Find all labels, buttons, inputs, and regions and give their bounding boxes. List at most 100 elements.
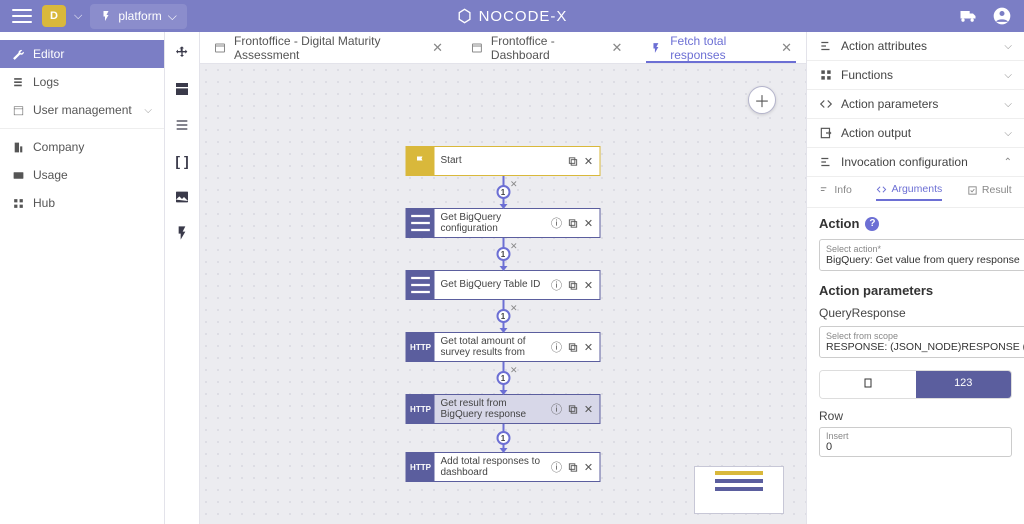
field-value: RESPONSE: (JSON_NODE)RESPONSE (Body) ... (826, 341, 1024, 353)
info-icon[interactable]: ⓘ (550, 340, 564, 354)
tab-label: Fetch total responses (670, 34, 767, 62)
node-bq-table[interactable]: Get BigQuery Table ID ⓘ ✕ (406, 270, 601, 300)
select-scope-field[interactable]: Select from scope RESPONSE: (JSON_NODE)R… (819, 326, 1024, 358)
close-icon[interactable]: ✕ (432, 40, 443, 56)
subtab-arguments[interactable]: Arguments (876, 183, 942, 201)
account-icon[interactable] (992, 6, 1012, 26)
acc-functions[interactable]: Functions⌵ (807, 61, 1024, 90)
nav-editor[interactable]: Editor (0, 40, 164, 68)
close-icon[interactable]: ✕ (582, 340, 596, 354)
tool-column: [ ] (165, 32, 200, 524)
delete-connector-icon[interactable]: ✕ (510, 303, 518, 314)
action-params-heading: Action parameters (819, 283, 1012, 298)
node-bq-config[interactable]: Get BigQuery configuration ⓘ ✕ (406, 208, 601, 238)
close-icon[interactable]: ✕ (582, 216, 596, 230)
left-nav: Editor Logs User management⌵ Company Usa… (0, 32, 165, 524)
insert-field[interactable]: Insert 0 (819, 427, 1012, 457)
output-icon (819, 126, 833, 140)
tab-fetch-responses[interactable]: Fetch total responses ✕ (636, 32, 806, 63)
chevron-down-icon: ⌵ (1004, 41, 1012, 52)
info-icon[interactable]: ⓘ (550, 278, 564, 292)
nav-user-management[interactable]: User management⌵ (0, 96, 164, 124)
chevron-down-icon: ⌵ (1004, 70, 1012, 81)
grid-icon (12, 197, 25, 210)
help-icon[interactable]: ? (865, 217, 879, 231)
brand-logo: NOCODE-X (457, 8, 568, 25)
copy-icon[interactable] (566, 216, 580, 230)
acc-action-attributes[interactable]: Action attributes⌵ (807, 32, 1024, 61)
node-label: Get BigQuery Table ID (435, 271, 550, 299)
copy-icon[interactable] (566, 460, 580, 474)
chevron-down-icon[interactable]: ⌵ (74, 10, 82, 23)
close-icon[interactable]: ✕ (582, 154, 596, 168)
tab-label: Frontoffice - Digital Maturity Assessmen… (234, 34, 418, 62)
close-icon[interactable]: ✕ (611, 40, 622, 56)
config-subtabs: Info Arguments Result (807, 177, 1024, 208)
node-http-result[interactable]: HTTP Get result from BigQuery response ⓘ… (406, 394, 601, 424)
sliders-icon (819, 155, 833, 169)
close-icon[interactable]: ✕ (582, 278, 596, 292)
truck-icon[interactable] (958, 6, 978, 26)
delete-connector-icon[interactable]: ✕ (510, 365, 518, 376)
move-tool[interactable] (173, 44, 191, 62)
minimap[interactable] (694, 466, 784, 514)
query-response-heading: QueryResponse (819, 306, 1012, 320)
acc-invocation-config[interactable]: Invocation configuration⌃ (807, 148, 1024, 177)
node-start[interactable]: Start ✕ (406, 146, 601, 176)
nav-usage[interactable]: Usage (0, 161, 164, 189)
chevron-down-icon: ⌵ (144, 105, 152, 116)
platform-selector[interactable]: platform ⌵ (90, 4, 186, 29)
delete-connector-icon[interactable]: ✕ (510, 179, 518, 190)
info-icon[interactable]: ⓘ (550, 460, 564, 474)
bolt-tool[interactable] (173, 224, 191, 242)
connector-num: 1 (496, 431, 510, 445)
toggle-code[interactable] (820, 371, 916, 398)
flag-icon (415, 155, 427, 167)
delete-connector-icon[interactable]: ✕ (510, 241, 518, 252)
card-icon (12, 169, 25, 182)
sliders-icon (819, 39, 833, 53)
properties-panel: Action attributes⌵ Functions⌵ Action par… (806, 32, 1024, 524)
toggle-number[interactable]: 123 (916, 371, 1012, 398)
close-icon[interactable]: ✕ (582, 460, 596, 474)
info-icon[interactable]: ⓘ (550, 402, 564, 416)
hamburger-icon[interactable] (12, 9, 32, 23)
select-action-field[interactable]: Select action* BigQuery: Get value from … (819, 239, 1024, 271)
connector-num: 1 (496, 185, 510, 199)
clipboard-icon (861, 377, 875, 389)
chevron-down-icon: ⌵ (168, 9, 177, 24)
node-http-total[interactable]: HTTP Get total amount of survey results … (406, 332, 601, 362)
subtab-result[interactable]: Result (967, 183, 1012, 201)
wrench-icon (12, 48, 25, 61)
acc-action-parameters[interactable]: Action parameters⌵ (807, 90, 1024, 119)
info-icon[interactable]: ⓘ (550, 216, 564, 230)
copy-icon[interactable] (566, 154, 580, 168)
value-mode-toggle[interactable]: 123 (819, 370, 1012, 399)
subtab-info[interactable]: Info (819, 183, 852, 201)
tab-frontoffice-dashboard[interactable]: Frontoffice - Dashboard ✕ (457, 32, 636, 63)
nav-logs[interactable]: Logs (0, 68, 164, 96)
brackets-tool[interactable]: [ ] (173, 152, 191, 170)
nav-hub[interactable]: Hub (0, 189, 164, 217)
tab-frontoffice-assessment[interactable]: Frontoffice - Digital Maturity Assessmen… (200, 32, 457, 63)
copy-icon[interactable] (566, 340, 580, 354)
connector-num: 1 (496, 247, 510, 261)
close-icon[interactable]: ✕ (781, 40, 792, 56)
layout-tool[interactable] (173, 80, 191, 98)
image-tool[interactable] (173, 188, 191, 206)
copy-icon[interactable] (566, 402, 580, 416)
add-node-button[interactable]: ＋ (748, 86, 776, 114)
platform-label: platform (118, 9, 161, 23)
code-icon (819, 97, 833, 111)
field-label: Select action* (826, 244, 1020, 254)
copy-icon[interactable] (566, 278, 580, 292)
flow-canvas[interactable]: ＋ Start ✕ ✕1 Get BigQuery configuration … (200, 64, 806, 524)
close-icon[interactable]: ✕ (582, 402, 596, 416)
code-icon (876, 184, 887, 195)
acc-action-output[interactable]: Action output⌵ (807, 119, 1024, 148)
list-tool[interactable] (173, 116, 191, 134)
workspace-badge[interactable]: D (42, 5, 66, 27)
node-label: Get BigQuery configuration (435, 209, 550, 237)
nav-company[interactable]: Company (0, 133, 164, 161)
node-http-add[interactable]: HTTP Add total responses to dashboard ⓘ✕ (406, 452, 601, 482)
